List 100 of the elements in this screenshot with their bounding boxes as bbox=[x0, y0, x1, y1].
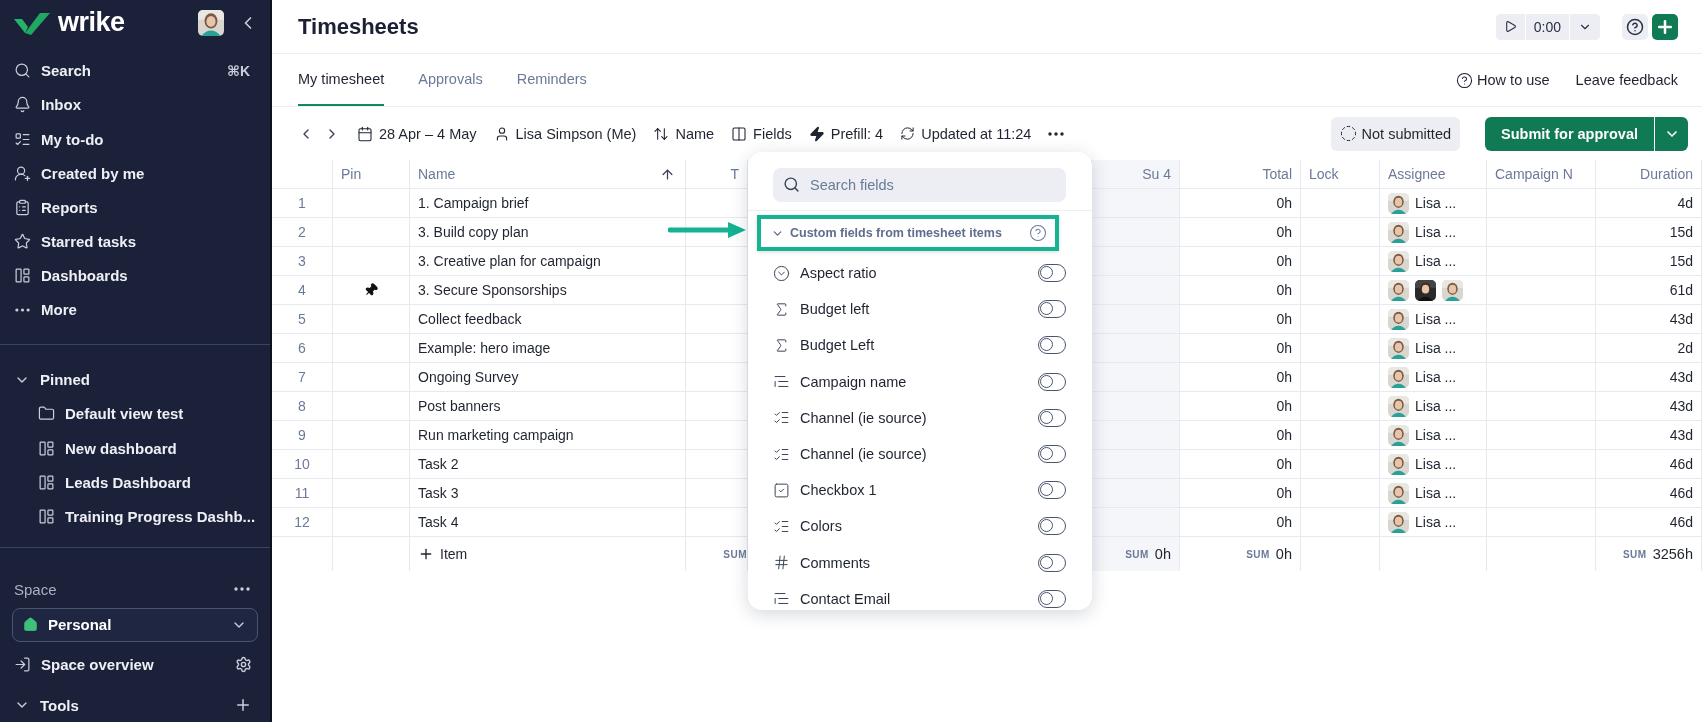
pinned-item[interactable]: New dashboard bbox=[12, 430, 258, 466]
plus-icon bbox=[418, 546, 434, 562]
column-header[interactable]: T bbox=[686, 160, 748, 189]
column-header[interactable]: Pin bbox=[333, 160, 410, 189]
column-header[interactable]: Campaign N bbox=[1487, 160, 1596, 189]
task-name[interactable]: Run marketing campaign bbox=[410, 421, 686, 450]
tab[interactable]: Reminders bbox=[516, 54, 587, 106]
toggle-switch[interactable] bbox=[1038, 336, 1066, 355]
fields-button[interactable]: Fields bbox=[731, 125, 792, 142]
row-number: 4 bbox=[272, 276, 333, 305]
play-button[interactable] bbox=[1495, 13, 1526, 40]
assignee-name: Lisa ... bbox=[1415, 224, 1457, 240]
total-value: 0h bbox=[1180, 363, 1301, 392]
nav-item[interactable]: Created by me bbox=[12, 156, 258, 191]
assignee-name: Lisa ... bbox=[1415, 195, 1457, 211]
row-number: 6 bbox=[272, 334, 333, 363]
more-icon[interactable] bbox=[1048, 131, 1065, 136]
column-header[interactable]: Assignee bbox=[1380, 160, 1487, 189]
toggle-switch[interactable] bbox=[1038, 445, 1066, 464]
task-name[interactable]: Ongoing Survey bbox=[410, 363, 686, 392]
section-header[interactable]: Custom fields from timesheet items bbox=[771, 226, 1002, 240]
tools-header[interactable]: Tools bbox=[12, 687, 258, 722]
toggle-switch[interactable] bbox=[1038, 589, 1066, 608]
star-icon bbox=[14, 232, 31, 250]
task-name[interactable]: Example: hero image bbox=[410, 334, 686, 363]
task-name[interactable]: Collect feedback bbox=[410, 305, 686, 334]
help-icon[interactable] bbox=[1029, 224, 1047, 242]
nav-item[interactable]: Search ⌘K bbox=[12, 53, 258, 88]
nav-item[interactable]: Dashboards bbox=[12, 258, 258, 293]
column-header[interactable]: Lock bbox=[1301, 160, 1380, 189]
columns-icon bbox=[731, 125, 748, 142]
add-button[interactable] bbox=[1652, 13, 1678, 40]
refresh-button[interactable]: Updated at 11:24 bbox=[900, 125, 1032, 142]
text-link[interactable]: Leave feedback bbox=[1575, 72, 1678, 88]
add-item-button[interactable]: Item bbox=[418, 546, 468, 562]
prefill-button[interactable]: Prefill: 4 bbox=[808, 125, 884, 142]
toggle-switch[interactable] bbox=[1038, 517, 1066, 536]
task-name[interactable]: Task 4 bbox=[410, 508, 686, 537]
submit-button[interactable]: Submit for approval bbox=[1485, 116, 1654, 151]
nav-item[interactable]: Space overview bbox=[12, 647, 258, 682]
more-icon[interactable] bbox=[234, 587, 250, 592]
submit-menu-button[interactable] bbox=[1654, 116, 1688, 151]
clipboard-icon bbox=[14, 198, 31, 216]
assignee-name: Lisa ... bbox=[1415, 485, 1457, 501]
field-label: Channel (ie source) bbox=[800, 446, 928, 463]
toggle-switch[interactable] bbox=[1038, 408, 1066, 427]
dashboard-icon bbox=[38, 473, 55, 491]
table-cell bbox=[272, 160, 333, 189]
search-field[interactable]: Search fields bbox=[773, 168, 1066, 202]
task-name[interactable]: Post banners bbox=[410, 392, 686, 421]
task-name[interactable]: 3. Build copy plan bbox=[410, 218, 686, 247]
total-value: 0h bbox=[1180, 479, 1301, 508]
house-icon bbox=[23, 617, 38, 633]
task-name[interactable]: Task 3 bbox=[410, 479, 686, 508]
tab[interactable]: My timesheet bbox=[298, 54, 385, 106]
tab[interactable]: Approvals bbox=[418, 54, 483, 106]
toggle-switch[interactable] bbox=[1038, 264, 1066, 283]
more-icon[interactable] bbox=[15, 307, 30, 312]
settings-icon[interactable] bbox=[235, 656, 252, 674]
toggle-switch[interactable] bbox=[1038, 481, 1066, 500]
period-button[interactable]: 28 Apr – 4 May bbox=[357, 125, 477, 142]
text-link[interactable]: How to use bbox=[1456, 71, 1550, 89]
nav-item[interactable]: Starred tasks bbox=[12, 224, 258, 259]
toggle-switch[interactable] bbox=[1038, 553, 1066, 572]
user-button[interactable]: Lisa Simpson (Me) bbox=[493, 125, 637, 142]
logo-text: wrike bbox=[58, 7, 125, 39]
sort-button[interactable]: Name bbox=[653, 125, 715, 142]
search-icon bbox=[14, 62, 31, 80]
nav-item[interactable]: My to-do bbox=[12, 121, 258, 157]
row-number: 2 bbox=[272, 218, 333, 247]
field-label: Budget left bbox=[800, 301, 871, 318]
pinned-item[interactable]: Training Progress Dashb... bbox=[12, 499, 258, 534]
assignee-name: Lisa ... bbox=[1415, 456, 1457, 472]
task-name[interactable]: 1. Campaign brief bbox=[410, 189, 686, 218]
toggle-switch[interactable] bbox=[1038, 372, 1066, 391]
sum-label: SUM bbox=[1125, 548, 1149, 560]
row-number: 3 bbox=[272, 247, 333, 276]
nav-item[interactable]: More bbox=[12, 292, 258, 327]
assignee-name: Lisa ... bbox=[1415, 514, 1457, 530]
column-header[interactable]: Name bbox=[410, 160, 686, 189]
task-name[interactable]: Task 2 bbox=[410, 450, 686, 479]
task-name[interactable]: 3. Creative plan for campaign bbox=[410, 247, 686, 276]
column-header[interactable]: Su 4 bbox=[1092, 160, 1180, 189]
help-button[interactable] bbox=[1622, 13, 1648, 40]
column-header[interactable]: Total bbox=[1180, 160, 1301, 189]
row-number: 9 bbox=[272, 421, 333, 450]
total-value: 0h bbox=[1180, 392, 1301, 421]
space-selector[interactable]: Personal bbox=[12, 608, 258, 642]
assignee-name: Lisa ... bbox=[1415, 427, 1457, 443]
nav-item[interactable]: Reports bbox=[12, 190, 258, 225]
pinned-header[interactable]: Pinned bbox=[12, 362, 258, 397]
pinned-item[interactable]: Default view test bbox=[12, 396, 258, 431]
nav-item[interactable]: Inbox bbox=[12, 87, 258, 122]
toggle-switch[interactable] bbox=[1038, 300, 1066, 319]
pinned-item[interactable]: Leads Dashboard bbox=[12, 465, 258, 500]
dashboard-icon bbox=[14, 267, 31, 285]
task-name[interactable]: 3. Secure Sponsorships bbox=[410, 276, 686, 305]
field-label: Colors bbox=[800, 518, 843, 535]
logo-icon bbox=[14, 10, 52, 35]
column-header[interactable]: Duration bbox=[1596, 160, 1702, 189]
